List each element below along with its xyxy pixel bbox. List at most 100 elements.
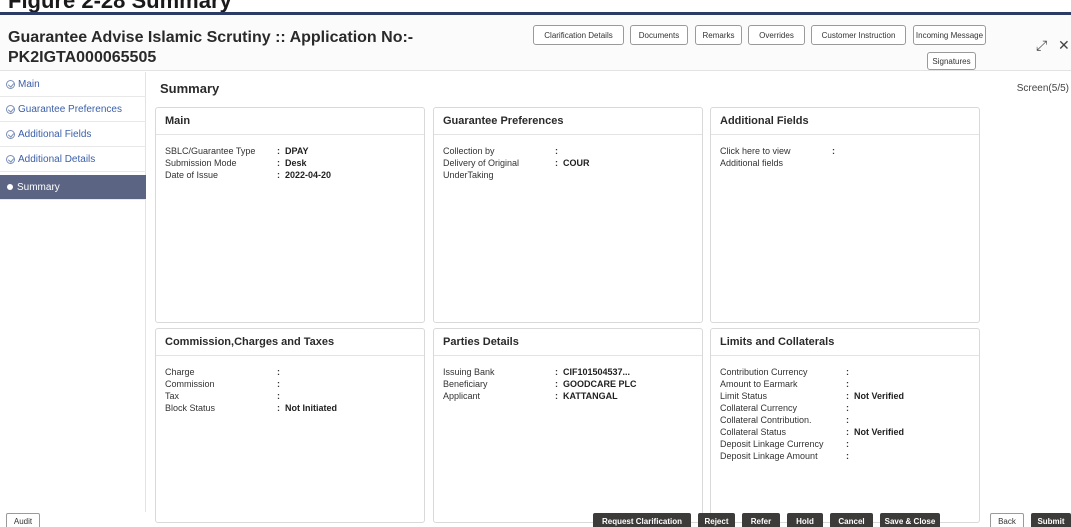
navigation-sidebar: Main Guarantee Preferences Additional Fi…: [0, 72, 146, 512]
field-separator: :: [555, 146, 558, 156]
main-card: Main SBLC/Guarantee Type: DPAY Submission…: [155, 107, 425, 323]
field-separator: :: [277, 146, 280, 156]
field-separator: :: [832, 146, 835, 156]
field-label: Deposit Linkage Currency: [720, 439, 824, 449]
field-label: Block Status: [165, 403, 216, 413]
field-separator: :: [277, 379, 280, 389]
field-separator: :: [846, 439, 849, 449]
detail-row: Submission Mode: Desk: [165, 157, 415, 169]
card-title: Guarantee Preferences: [434, 108, 702, 135]
application-window: Guarantee Advise Islamic Scrutiny :: App…: [0, 12, 1071, 527]
documents-button[interactable]: Documents: [630, 25, 688, 45]
field-label: Delivery of Original UnderTaking: [443, 158, 520, 180]
field-label: Amount to Earmark: [720, 379, 798, 389]
incoming-message-button[interactable]: Incoming Message: [913, 25, 986, 45]
sidebar-item-additional-fields[interactable]: Additional Fields: [0, 122, 146, 147]
close-icon[interactable]: ✕: [1058, 37, 1070, 54]
field-separator: :: [846, 379, 849, 389]
field-value: GOODCARE PLC: [563, 379, 637, 389]
guarantee-preferences-card: Guarantee Preferences Collection by: Del…: [433, 107, 703, 323]
commission-charges-taxes-card: Commission,Charges and Taxes Charge: Com…: [155, 328, 425, 523]
screen-indicator: Screen(5/5): [1016, 83, 1069, 94]
save-close-button[interactable]: Save & Close: [880, 513, 940, 527]
field-value: KATTANGAL: [563, 391, 618, 401]
field-separator: :: [846, 427, 849, 437]
audit-button[interactable]: Audit: [6, 513, 40, 527]
sidebar-item-summary[interactable]: Summary: [0, 175, 146, 200]
field-label: Collection by: [443, 146, 495, 156]
detail-row: Deposit Linkage Currency:: [720, 438, 970, 450]
page-title: Summary: [160, 81, 220, 96]
detail-row: Contribution Currency:: [720, 366, 970, 378]
field-separator: :: [846, 367, 849, 377]
detail-row: Charge:: [165, 366, 415, 378]
parties-details-card: Parties Details Issuing Bank: CIF10150453…: [433, 328, 703, 523]
field-separator: :: [277, 170, 280, 180]
sidebar-item-main[interactable]: Main: [0, 72, 146, 97]
field-separator: :: [277, 367, 280, 377]
field-label: Issuing Bank: [443, 367, 495, 377]
field-value: Not Verified: [854, 427, 905, 437]
card-title: Parties Details: [434, 329, 702, 356]
field-label: Charge: [165, 367, 195, 377]
field-separator: :: [846, 415, 849, 425]
field-label: Deposit Linkage Amount: [720, 451, 818, 461]
detail-row: Limit Status: Not Verified: [720, 390, 970, 402]
customer-instruction-button[interactable]: Customer Instruction: [811, 25, 906, 45]
additional-fields-link[interactable]: Click here to view Additional fields:: [720, 145, 970, 169]
additional-fields-card: Additional Fields Click here to view Add…: [710, 107, 980, 323]
signatures-button[interactable]: Signatures: [927, 52, 976, 70]
refer-button[interactable]: Refer: [742, 513, 780, 527]
check-circle-icon: [6, 154, 15, 164]
field-separator: :: [555, 158, 558, 168]
reject-button[interactable]: Reject: [698, 513, 735, 527]
sidebar-item-guarantee-preferences[interactable]: Guarantee Preferences: [0, 97, 146, 122]
clarification-details-button[interactable]: Clarification Details: [533, 25, 624, 45]
sidebar-item-label: Guarantee Preferences: [18, 103, 122, 115]
detail-row: Amount to Earmark:: [720, 378, 970, 390]
field-separator: :: [846, 451, 849, 461]
detail-row: SBLC/Guarantee Type: DPAY: [165, 145, 415, 157]
request-clarification-button[interactable]: Request Clarification: [593, 513, 691, 527]
field-label: SBLC/Guarantee Type: [165, 146, 256, 156]
field-value: Not Verified: [854, 391, 905, 401]
field-separator: :: [555, 391, 558, 401]
back-button[interactable]: Back: [990, 513, 1024, 527]
field-value: 2022-04-20: [285, 170, 332, 180]
detail-row: Deposit Linkage Amount:: [720, 450, 970, 462]
field-value: COUR: [563, 158, 590, 168]
check-circle-icon: [6, 104, 15, 114]
overrides-button[interactable]: Overrides: [748, 25, 805, 45]
field-label: Beneficiary: [443, 379, 488, 389]
card-title: Additional Fields: [711, 108, 979, 135]
window-header: Guarantee Advise Islamic Scrutiny :: App…: [0, 15, 1071, 71]
field-separator: :: [277, 391, 280, 401]
window-title: Guarantee Advise Islamic Scrutiny :: App…: [8, 29, 414, 46]
field-separator: :: [277, 158, 280, 168]
check-circle-icon: [6, 79, 15, 89]
sidebar-item-additional-details[interactable]: Additional Details: [0, 147, 146, 172]
active-dot-icon: [7, 184, 13, 190]
detail-row: Commission:: [165, 378, 415, 390]
card-title: Commission,Charges and Taxes: [156, 329, 424, 356]
field-label: Collateral Currency: [720, 403, 798, 413]
submit-button[interactable]: Submit: [1031, 513, 1071, 527]
field-value: Desk: [285, 158, 307, 168]
field-label: Commission: [165, 379, 215, 389]
hold-button[interactable]: Hold: [787, 513, 823, 527]
field-label: Limit Status: [720, 391, 768, 401]
detail-row: Tax:: [165, 390, 415, 402]
field-label: Submission Mode: [165, 158, 237, 168]
sidebar-item-label: Additional Fields: [18, 128, 92, 140]
field-label: Date of Issue: [165, 170, 219, 180]
detail-row: Collateral Currency:: [720, 402, 970, 414]
cancel-button[interactable]: Cancel: [830, 513, 873, 527]
remarks-button[interactable]: Remarks: [695, 25, 742, 45]
detail-row: Date of Issue:2022-04-20: [165, 169, 415, 181]
detail-row: Beneficiary: GOODCARE PLC: [443, 378, 693, 390]
sidebar-item-label: Main: [18, 78, 40, 90]
detail-row: Issuing Bank: CIF101504537...: [443, 366, 693, 378]
card-title: Limits and Collaterals: [711, 329, 979, 356]
detail-row: Collateral Status: Not Verified: [720, 426, 970, 438]
expand-icon[interactable]: ⤢: [1036, 37, 1047, 54]
